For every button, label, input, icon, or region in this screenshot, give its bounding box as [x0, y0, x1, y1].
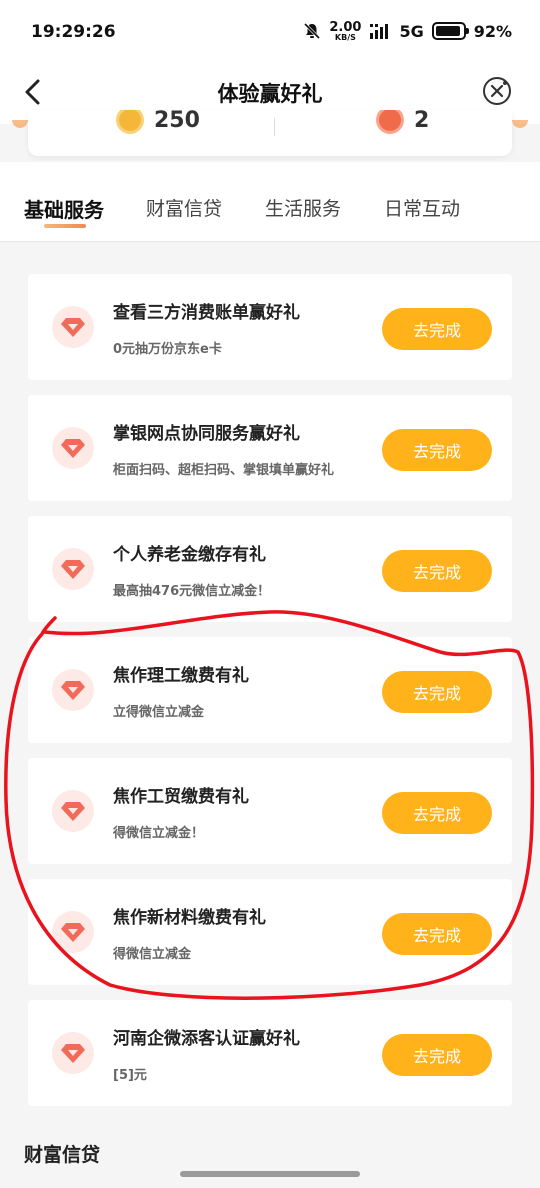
tab-basic-services[interactable]: 基础服务: [24, 194, 104, 223]
task-subtitle: 得微信立减金: [113, 947, 192, 962]
task-title: 个人养老金缴存有礼: [113, 545, 266, 565]
gift-stat: 2: [376, 110, 429, 134]
signal-icon: [370, 24, 389, 39]
battery-percent: 92%: [473, 21, 512, 41]
page-title: 体验赢好礼: [217, 82, 323, 106]
coin-stat: 250: [116, 110, 200, 134]
diamond-icon: [52, 306, 94, 348]
coin-icon: [116, 110, 144, 134]
diamond-icon: [52, 790, 94, 832]
coin-count: 250: [154, 110, 200, 133]
diamond-icon: [52, 548, 94, 590]
complete-button[interactable]: 去完成: [382, 913, 492, 955]
complete-button[interactable]: 去完成: [382, 429, 492, 471]
task-title: 焦作新材料缴费有礼: [113, 908, 266, 928]
task-title: 查看三方消费账单赢好礼: [113, 303, 300, 323]
network-type: 5G: [399, 21, 424, 41]
task-card: 查看三方消费账单赢好礼 0元抽万份京东e卡 去完成: [28, 274, 512, 380]
task-card: 焦作新材料缴费有礼 得微信立减金 去完成: [28, 879, 512, 985]
task-title: 掌银网点协同服务赢好礼: [113, 424, 300, 444]
home-indicator[interactable]: [180, 1171, 360, 1177]
tab-active-indicator: [44, 224, 86, 228]
task-subtitle: 柜面扫码、超柜扫码、掌银填单赢好礼: [113, 463, 335, 478]
complete-button[interactable]: 去完成: [382, 550, 492, 592]
banner-edge-right: [512, 120, 528, 128]
tabs-bar: 基础服务 财富信贷 生活服务 日常互动: [0, 162, 540, 242]
task-card: 个人养老金缴存有礼 最高抽476元微信立减金！ 去完成: [28, 516, 512, 622]
task-title: 焦作工贸缴费有礼: [113, 787, 249, 807]
status-time: 19:29:26: [31, 22, 116, 42]
status-bar: 19:29:26 2.00 KB/S 5G 92%: [0, 0, 540, 62]
task-subtitle: [5]元: [113, 1068, 147, 1083]
task-subtitle: 立得微信立减金: [113, 705, 205, 720]
banner-edge-left: [12, 120, 28, 128]
status-icons: 2.00 KB/S 5G 92%: [303, 17, 512, 45]
task-card: 河南企微添客认证赢好礼 [5]元 去完成: [28, 1000, 512, 1106]
diamond-icon: [52, 669, 94, 711]
complete-button[interactable]: 去完成: [382, 671, 492, 713]
gift-count: 2: [414, 110, 430, 133]
complete-button[interactable]: 去完成: [382, 1034, 492, 1076]
complete-button[interactable]: 去完成: [382, 792, 492, 834]
task-card: 掌银网点协同服务赢好礼 柜面扫码、超柜扫码、掌银填单赢好礼 去完成: [28, 395, 512, 501]
battery-icon: [431, 22, 469, 40]
close-circle-icon[interactable]: [482, 76, 512, 106]
task-card: 焦作工贸缴费有礼 得微信立减金！ 去完成: [28, 758, 512, 864]
complete-button[interactable]: 去完成: [382, 308, 492, 350]
section-title: 财富信贷: [24, 1144, 101, 1166]
summary-divider: [274, 118, 275, 136]
task-subtitle: 0元抽万份京东e卡: [113, 342, 222, 357]
gift-icon: [376, 110, 404, 134]
net-speed: 2.00 KB/S: [329, 19, 362, 42]
tab-wealth-credit[interactable]: 财富信贷: [146, 194, 222, 221]
summary-card: 250 2: [28, 110, 512, 156]
task-card: 焦作理工缴费有礼 立得微信立减金 去完成: [28, 637, 512, 743]
task-subtitle: 得微信立减金！: [113, 826, 205, 841]
task-title: 焦作理工缴费有礼: [113, 666, 249, 686]
tab-daily-interaction[interactable]: 日常互动: [384, 194, 460, 221]
diamond-icon: [52, 427, 94, 469]
diamond-icon: [52, 1032, 94, 1074]
mute-bell-icon: [304, 22, 321, 40]
task-title: 河南企微添客认证赢好礼: [113, 1029, 300, 1049]
tab-life-services[interactable]: 生活服务: [265, 194, 341, 221]
diamond-icon: [52, 911, 94, 953]
task-subtitle: 最高抽476元微信立减金！: [113, 584, 271, 599]
